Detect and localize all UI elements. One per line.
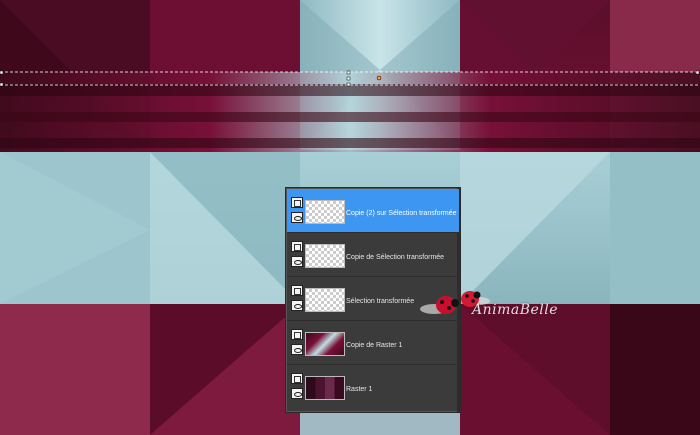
eye-icon[interactable] xyxy=(291,212,303,223)
layer-group-icon[interactable] xyxy=(291,241,303,252)
layer-row[interactable]: Raster 1 xyxy=(287,365,459,408)
watermark: AnimaBelle xyxy=(472,302,559,318)
layer-name: Raster 1 xyxy=(346,386,373,393)
layer-group-icon[interactable] xyxy=(291,373,303,384)
layer-row[interactable]: Copie de Sélection transformée xyxy=(287,233,459,277)
eye-icon[interactable] xyxy=(291,300,303,311)
layer-name: Copie de Sélection transformée xyxy=(346,254,445,261)
layer-thumbnail xyxy=(305,376,345,400)
layer-name: Copie (2) sur Sélection transformée xyxy=(346,210,457,217)
layer-row[interactable]: Copie (2) sur Sélection transformée xyxy=(287,189,459,233)
eye-icon[interactable] xyxy=(291,388,303,399)
layer-name: Copie de Raster 1 xyxy=(346,342,403,349)
layer-thumbnail xyxy=(305,244,345,268)
layer-thumbnail xyxy=(305,288,345,312)
layer-thumbnail xyxy=(305,332,345,356)
layer-thumbnail xyxy=(305,200,345,224)
eye-icon[interactable] xyxy=(291,344,303,355)
layer-group-icon[interactable] xyxy=(291,329,303,340)
eye-icon[interactable] xyxy=(291,256,303,267)
layer-group-icon[interactable] xyxy=(291,197,303,208)
layer-row[interactable]: Copie de Raster 1 xyxy=(287,321,459,365)
layer-name: Sélection transformée xyxy=(346,298,415,305)
layer-group-icon[interactable] xyxy=(291,285,303,296)
